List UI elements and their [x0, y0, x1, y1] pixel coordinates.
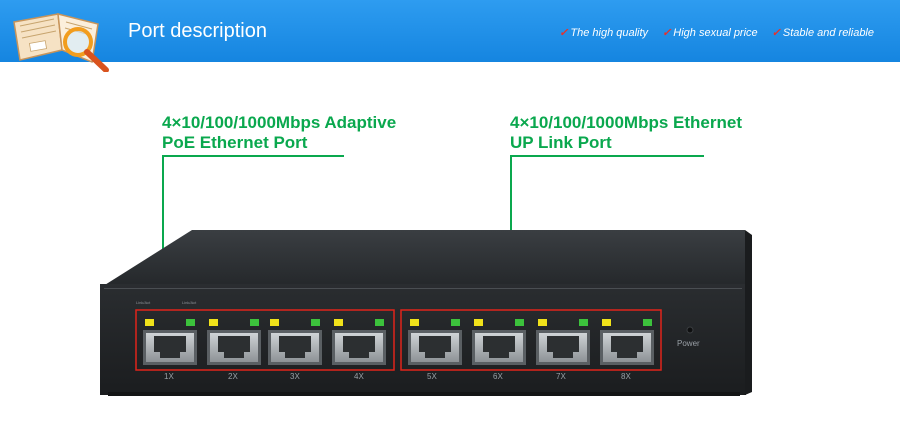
port-label: 6X: [493, 372, 503, 381]
port-label: 8X: [621, 372, 631, 381]
port-label: 5X: [427, 372, 437, 381]
power-label: Power: [677, 339, 700, 348]
port-label: 1X: [164, 372, 174, 381]
port-label: 3X: [290, 372, 300, 381]
led-label: Link/Act: [182, 300, 197, 305]
switch-top-face: [100, 230, 745, 288]
ethernet-switch: [100, 230, 752, 396]
led-label: Link/Act: [136, 300, 151, 305]
port-label: 7X: [556, 372, 566, 381]
port-label: 2X: [228, 372, 238, 381]
power-led-icon: [686, 326, 694, 334]
port-label: 4X: [354, 372, 364, 381]
